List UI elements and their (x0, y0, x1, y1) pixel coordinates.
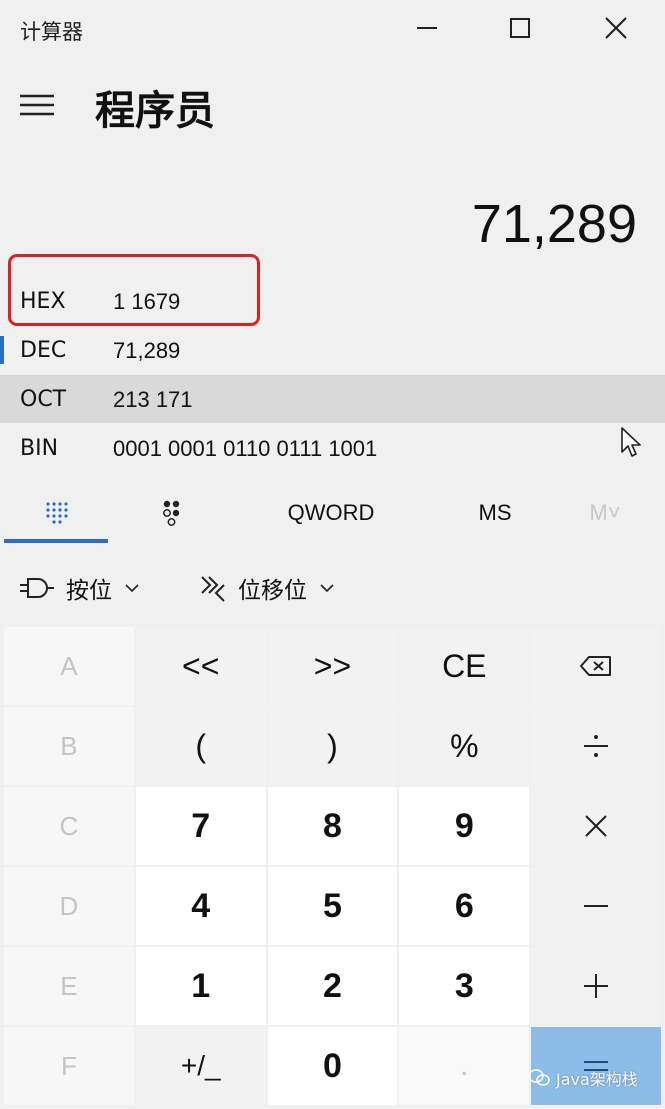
bitshift-dropdown[interactable]: 位移位 (198, 560, 335, 616)
bitshift-icon (201, 576, 225, 602)
key-plus[interactable] (531, 947, 661, 1025)
key-c[interactable]: C (4, 787, 134, 865)
key-f[interactable]: F (4, 1027, 134, 1105)
key-decimal[interactable]: . (399, 1027, 530, 1105)
key-d[interactable]: D (4, 867, 134, 945)
keypad-toolbar: QWORD MS M˅ (0, 485, 665, 545)
app-title: 计算器 (20, 20, 83, 44)
key-clear-entry[interactable]: CE (399, 627, 530, 705)
key-right-shift[interactable]: >> (267, 627, 398, 705)
key-backspace[interactable] (531, 627, 661, 705)
radix-label-oct: OCT (20, 387, 67, 412)
key-negate[interactable]: +/_ (135, 1027, 266, 1105)
minimize-button[interactable] (405, 10, 449, 46)
key-1[interactable]: 1 (135, 947, 266, 1025)
watermark-text: Java架构栈 (556, 1070, 638, 1089)
chevron-down-icon (125, 584, 139, 593)
hamburger-icon (20, 94, 54, 116)
chevron-down-icon (320, 584, 334, 593)
radix-value-oct: 213 171 (113, 387, 193, 412)
close-button[interactable] (594, 10, 638, 46)
bitwise-dropdown[interactable]: 按位 (18, 560, 140, 616)
key-a[interactable]: A (4, 627, 134, 705)
bitshift-label: 位移位 (238, 578, 307, 604)
radix-label-dec: DEC (20, 338, 67, 363)
radix-value-bin: 0001 0001 0110 0111 1001 (113, 436, 378, 461)
key-9[interactable]: 9 (399, 787, 530, 865)
key-right-paren[interactable]: ) (267, 707, 398, 785)
key-percent[interactable]: % (399, 707, 530, 785)
key-multiply[interactable] (531, 787, 661, 865)
function-bar: 按位 位移位 (0, 560, 665, 616)
maximize-icon (510, 18, 530, 38)
bitwise-label: 按位 (66, 578, 112, 604)
minus-icon (584, 905, 609, 907)
radix-row-dec[interactable]: DEC 71,289 (0, 326, 665, 374)
key-e[interactable]: E (4, 947, 134, 1025)
key-left-shift[interactable]: << (135, 627, 266, 705)
memory-store-button[interactable]: MS (450, 485, 540, 541)
mode-title: 程序员 (95, 88, 215, 134)
bit-toggle-keypad-tab[interactable] (120, 485, 224, 541)
key-4[interactable]: 4 (135, 867, 266, 945)
key-2[interactable]: 2 (267, 947, 398, 1025)
result-display: 71,289 (471, 194, 637, 254)
radix-row-oct[interactable]: OCT 213 171 (0, 375, 665, 423)
watermark: Java架构栈 (528, 1066, 638, 1090)
active-tab-underline (4, 539, 108, 543)
minimize-icon (417, 27, 437, 29)
key-7[interactable]: 7 (135, 787, 266, 865)
bit-toggle-icon (163, 500, 180, 526)
divide-icon (584, 735, 609, 757)
navigation-menu-button[interactable] (16, 88, 60, 122)
maximize-button[interactable] (498, 10, 542, 46)
close-icon (605, 17, 627, 39)
selected-radix-indicator (0, 336, 4, 364)
key-8[interactable]: 8 (267, 787, 398, 865)
keypad-grid-icon (46, 502, 68, 524)
wechat-icon (528, 1069, 550, 1086)
key-5[interactable]: 5 (267, 867, 398, 945)
keypad: A << >> CE B ( ) % C 7 8 9 D 4 5 6 E 1 2… (4, 627, 661, 1105)
multiply-icon (585, 815, 607, 837)
logic-gate-icon (20, 578, 54, 598)
key-6[interactable]: 6 (399, 867, 530, 945)
plus-icon (584, 974, 609, 998)
radix-label-bin: BIN (20, 436, 59, 461)
radix-value-dec: 71,289 (113, 338, 181, 363)
key-left-paren[interactable]: ( (135, 707, 266, 785)
word-size-button[interactable]: QWORD (256, 485, 406, 541)
key-minus[interactable] (531, 867, 661, 945)
key-divide[interactable] (531, 707, 661, 785)
key-b[interactable]: B (4, 707, 134, 785)
memory-recall-button[interactable]: M˅ (560, 485, 650, 541)
title-bar: 计算器 (0, 0, 665, 60)
mouse-cursor-icon (621, 427, 641, 457)
key-0[interactable]: 0 (267, 1027, 398, 1105)
key-3[interactable]: 3 (399, 947, 530, 1025)
annotation-highlight-box (8, 254, 260, 326)
backspace-icon (580, 656, 612, 676)
radix-row-bin[interactable]: BIN 0001 0001 0110 0111 1001 (0, 424, 665, 472)
full-keypad-tab[interactable] (4, 485, 108, 541)
